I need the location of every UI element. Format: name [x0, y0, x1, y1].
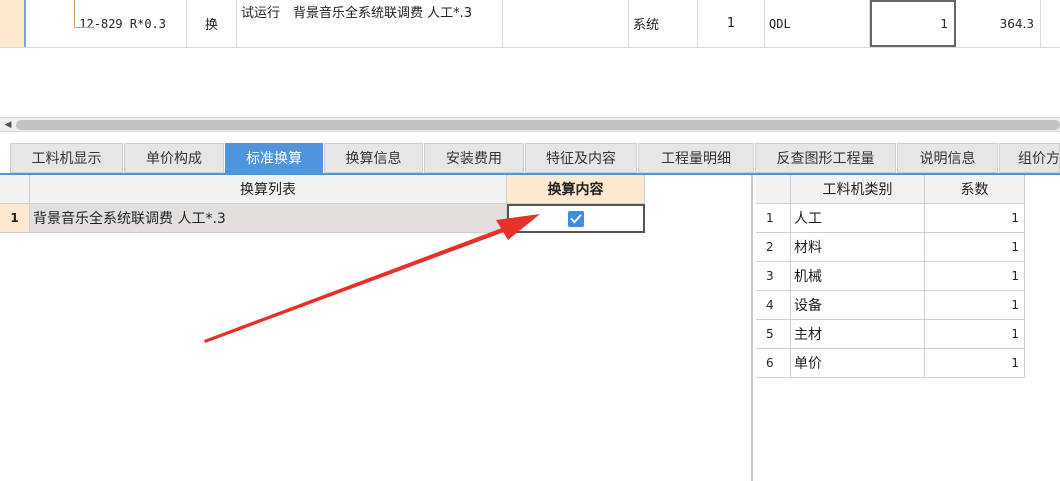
tree-connector-horizontal: [74, 27, 94, 28]
coefficient-header[interactable]: 系数: [925, 175, 1025, 204]
tab-label: 反查图形工程量: [776, 151, 875, 167]
swap-cell[interactable]: 换: [187, 0, 237, 47]
conversion-list-header[interactable]: 换算列表: [30, 175, 507, 204]
header-label: 系数: [960, 182, 989, 198]
category-header[interactable]: 工料机类别: [791, 175, 925, 204]
horizontal-scrollbar[interactable]: ◀: [0, 117, 1060, 132]
tab-quantity-detail[interactable]: 工程量明细: [638, 143, 754, 173]
item-name: 试运行 背景音乐全系统联调费 人工*.3: [241, 6, 473, 21]
row-number: 5: [756, 320, 791, 349]
conversion-checkbox[interactable]: [568, 210, 584, 227]
conversion-content-header[interactable]: 换算内容: [507, 175, 645, 204]
table-row[interactable]: 3 机械 1: [756, 262, 1025, 291]
row-number: 1: [756, 204, 791, 233]
table-row[interactable]: 6 单价 1: [756, 349, 1025, 378]
tab-reverse-graphic-quantity[interactable]: 反查图形工程量: [755, 143, 896, 173]
table-row[interactable]: 2 材料 1: [756, 233, 1025, 262]
coefficient-panel: 工料机类别 系数 1 人工 1 2 材料 1 3 机械 1 4 设备 1 5 主…: [756, 175, 1060, 481]
tab-label: 工料机显示: [31, 151, 102, 167]
tab-unit-price-composition[interactable]: 单价构成: [124, 143, 224, 173]
table-row[interactable]: 5 主材 1: [756, 320, 1025, 349]
category-cell[interactable]: 主材: [791, 320, 925, 349]
tab-label: 工程量明细: [661, 151, 731, 167]
conversion-list-item[interactable]: 背景音乐全系统联调费 人工*.3: [30, 204, 507, 233]
row-indicator[interactable]: [0, 0, 26, 47]
item-name-cell[interactable]: 试运行 背景音乐全系统联调费 人工*.3: [237, 0, 503, 47]
price-text: 364.3: [999, 16, 1034, 31]
table-corner: [756, 175, 791, 204]
qdl-cell[interactable]: QDL: [765, 0, 870, 47]
category-cell[interactable]: 单价: [791, 349, 925, 378]
row-number: 2: [756, 233, 791, 262]
coefficient-cell[interactable]: 1: [925, 320, 1025, 349]
app-window: 12-829 R*0.3 换 试运行 背景音乐全系统联调费 人工*.3 系统 1…: [0, 0, 1060, 481]
row-number: 3: [756, 262, 791, 291]
price-cell[interactable]: 364.3: [956, 0, 1041, 47]
tab-label: 特征及内容: [546, 151, 616, 167]
conversion-content-cell[interactable]: [507, 204, 645, 233]
unit-cell[interactable]: 系统: [629, 0, 698, 47]
tab-label: 单价构成: [146, 151, 202, 167]
table-row[interactable]: 4 设备 1: [756, 291, 1025, 320]
unit-text: 系统: [633, 18, 660, 33]
tab-label: 说明信息: [919, 151, 976, 167]
row-number: 4: [756, 291, 791, 320]
swap-label: 换: [204, 18, 218, 33]
conversion-item-text: 背景音乐全系统联调费 人工*.3: [33, 211, 226, 227]
item-code-cell[interactable]: 12-829 R*0.3: [26, 0, 187, 47]
table-row[interactable]: 1 人工 1: [756, 204, 1025, 233]
tab-conversion-info[interactable]: 换算信息: [324, 143, 423, 173]
table-corner: [0, 175, 30, 204]
item-code: 12-829 R*0.3: [79, 16, 166, 31]
tab-pricing-scheme[interactable]: 组价方: [999, 143, 1060, 173]
checkmark-icon: [570, 214, 582, 223]
category-cell[interactable]: 机械: [791, 262, 925, 291]
tab-label: 组价方: [1018, 151, 1060, 167]
coefficient-cell[interactable]: 1: [925, 262, 1025, 291]
tab-installation-cost[interactable]: 安装费用: [424, 143, 524, 173]
coefficient-cell[interactable]: 1: [925, 349, 1025, 378]
value-text: 1: [940, 16, 948, 31]
category-cell[interactable]: 人工: [791, 204, 925, 233]
scrollbar-thumb[interactable]: [16, 120, 1060, 130]
qdl-text: QDL: [769, 16, 791, 31]
header-label: 换算列表: [240, 182, 296, 198]
tab-standard-conversion[interactable]: 标准换算: [225, 143, 323, 173]
coefficient-cell[interactable]: 1: [925, 204, 1025, 233]
header-label: 换算内容: [547, 182, 604, 198]
quantity-cell[interactable]: 1: [698, 0, 765, 47]
header-label: 工料机类别: [822, 182, 893, 198]
tab-description-info[interactable]: 说明信息: [897, 143, 998, 173]
category-cell[interactable]: 设备: [791, 291, 925, 320]
tab-material-machine-display[interactable]: 工料机显示: [10, 143, 123, 173]
category-cell[interactable]: 材料: [791, 233, 925, 262]
quantity-text: 1: [726, 16, 736, 31]
coefficient-cell[interactable]: 1: [925, 233, 1025, 262]
tab-label: 标准换算: [246, 151, 302, 167]
trailing-cell[interactable]: [1041, 0, 1060, 47]
tab-features-content[interactable]: 特征及内容: [525, 143, 637, 173]
value-cell-selected[interactable]: 1: [870, 0, 956, 47]
detail-tabbar: 工料机显示 单价构成 标准换算 换算信息 安装费用 特征及内容 工程量明细 反查…: [0, 132, 1060, 175]
row-number[interactable]: 1: [0, 204, 30, 233]
coefficient-cell[interactable]: 1: [925, 291, 1025, 320]
chevron-left-icon[interactable]: ◀: [2, 119, 14, 131]
conversion-list-panel: 换算列表 换算内容 1 背景音乐全系统联调费 人工*.3: [0, 175, 753, 481]
tab-label: 换算信息: [345, 151, 402, 167]
budget-item-row[interactable]: 12-829 R*0.3 换 试运行 背景音乐全系统联调费 人工*.3 系统 1…: [0, 0, 1060, 48]
empty-cell[interactable]: [503, 0, 629, 47]
tree-connector-vertical: [74, 0, 75, 28]
row-number-text: 1: [10, 211, 19, 225]
row-number: 6: [756, 349, 791, 378]
tab-label: 安装费用: [446, 151, 502, 167]
